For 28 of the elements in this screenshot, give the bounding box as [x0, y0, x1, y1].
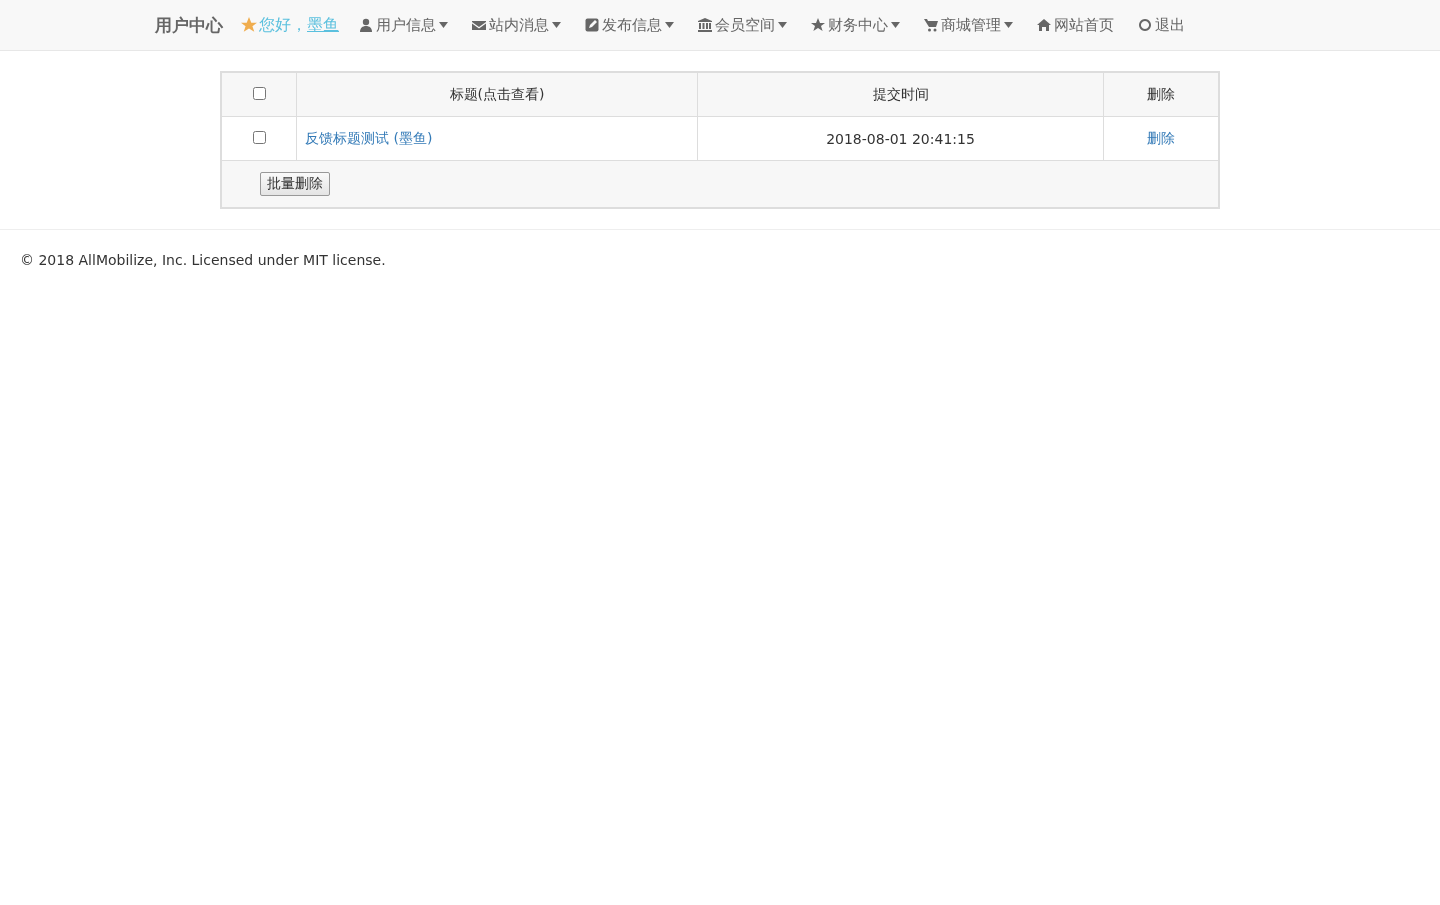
nav-menu-item[interactable]: 会员空间: [698, 15, 787, 35]
nav-menu-item[interactable]: 商城管理: [924, 15, 1013, 35]
nav-menu-item[interactable]: 站内消息: [472, 15, 561, 35]
copyright-text: © 2018 AllMobilize, Inc. Licensed under MIT license.: [20, 252, 386, 268]
home-icon: [1037, 18, 1051, 32]
select-all-checkbox[interactable]: [252, 86, 266, 100]
edit-icon: [585, 18, 599, 32]
envelope-icon: [472, 18, 486, 32]
star-icon: [811, 18, 825, 32]
bank-icon: [698, 18, 712, 32]
nav-menu-item[interactable]: 网站首页: [1037, 15, 1114, 35]
bulk-delete-button[interactable]: 批量删除: [260, 172, 330, 196]
brand-title[interactable]: 用户中心: [155, 13, 223, 37]
nav-menu-item[interactable]: 发布信息: [585, 15, 674, 35]
star-icon: [241, 17, 257, 33]
nav-menu-item[interactable]: 用户信息: [359, 15, 448, 35]
column-header: 提交时间: [697, 72, 1104, 117]
row-checkbox[interactable]: [252, 130, 266, 144]
nav-menu-item[interactable]: 财务中心: [811, 15, 900, 35]
power-icon: [1138, 18, 1152, 32]
delete-link[interactable]: 删除: [1147, 129, 1175, 146]
greeting-text: 您好，: [259, 14, 307, 36]
nav-menu-item[interactable]: 退出: [1138, 15, 1185, 35]
column-header: 标题(点击查看): [296, 72, 698, 117]
cart-icon: [924, 18, 938, 32]
user-icon: [359, 18, 373, 32]
table-cell: 2018-08-01 20:41:15: [697, 116, 1104, 161]
feedback-title-link[interactable]: 反馈标题测试 (墨鱼): [305, 129, 433, 146]
